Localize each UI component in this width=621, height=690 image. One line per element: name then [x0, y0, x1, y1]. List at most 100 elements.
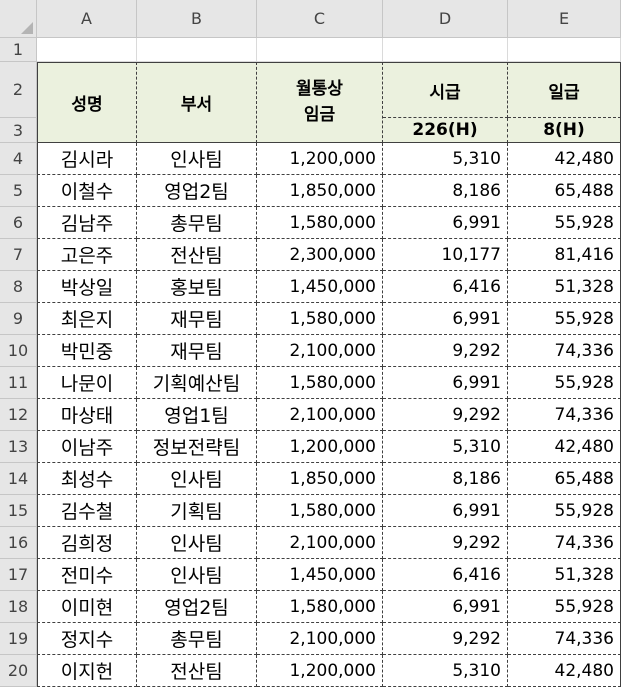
- cell-name[interactable]: 박민중: [37, 335, 137, 367]
- cell-wage[interactable]: 1,450,000: [257, 271, 383, 303]
- row-header-13[interactable]: 13: [0, 431, 37, 463]
- cell-wage[interactable]: 1,580,000: [257, 207, 383, 239]
- cell-wage[interactable]: 1,200,000: [257, 655, 383, 687]
- cell-wage[interactable]: 2,300,000: [257, 239, 383, 271]
- cell-name[interactable]: 고은주: [37, 239, 137, 271]
- header-hourly-sub[interactable]: 226(H): [383, 118, 508, 143]
- cell-hourly[interactable]: 6,416: [383, 271, 508, 303]
- cell-daily[interactable]: 74,336: [508, 527, 621, 559]
- cell-wage[interactable]: 1,580,000: [257, 367, 383, 399]
- cell-hourly[interactable]: 6,991: [383, 367, 508, 399]
- row-header-4[interactable]: 4: [0, 143, 37, 175]
- cell-daily[interactable]: 42,480: [508, 143, 621, 175]
- cell-hourly[interactable]: 8,186: [383, 463, 508, 495]
- row-header-18[interactable]: 18: [0, 591, 37, 623]
- cell-daily[interactable]: 81,416: [508, 239, 621, 271]
- cell-hourly[interactable]: 9,292: [383, 399, 508, 431]
- cell-wage[interactable]: 1,580,000: [257, 495, 383, 527]
- cell-daily[interactable]: 55,928: [508, 591, 621, 623]
- cell-dept[interactable]: 인사팀: [137, 463, 257, 495]
- row-header-9[interactable]: 9: [0, 303, 37, 335]
- cell-name[interactable]: 최은지: [37, 303, 137, 335]
- column-header-a[interactable]: A: [37, 0, 137, 38]
- cell-wage[interactable]: 1,200,000: [257, 143, 383, 175]
- cell-name[interactable]: 이미현: [37, 591, 137, 623]
- row-header-2[interactable]: 2: [0, 62, 37, 118]
- cell-daily[interactable]: 51,328: [508, 271, 621, 303]
- header-name[interactable]: 성명: [37, 62, 137, 143]
- cell-wage[interactable]: 1,580,000: [257, 591, 383, 623]
- cell-dept[interactable]: 재무팀: [137, 303, 257, 335]
- column-header-c[interactable]: C: [257, 0, 383, 38]
- cell-name[interactable]: 마상태: [37, 399, 137, 431]
- column-header-d[interactable]: D: [383, 0, 508, 38]
- row-header-10[interactable]: 10: [0, 335, 37, 367]
- row-header-7[interactable]: 7: [0, 239, 37, 271]
- cell-wage[interactable]: 1,200,000: [257, 431, 383, 463]
- row-header-14[interactable]: 14: [0, 463, 37, 495]
- cell-daily[interactable]: 55,928: [508, 495, 621, 527]
- cell-dept[interactable]: 재무팀: [137, 335, 257, 367]
- cell-name[interactable]: 나문이: [37, 367, 137, 399]
- row-header-6[interactable]: 6: [0, 207, 37, 239]
- cell-dept[interactable]: 정보전략팀: [137, 431, 257, 463]
- header-daily[interactable]: 일급: [508, 62, 621, 118]
- cell-dept[interactable]: 인사팀: [137, 559, 257, 591]
- cell-dept[interactable]: 영업2팀: [137, 175, 257, 207]
- cell-hourly[interactable]: 6,416: [383, 559, 508, 591]
- cell-name[interactable]: 김수철: [37, 495, 137, 527]
- cell-hourly[interactable]: 5,310: [383, 655, 508, 687]
- row-header-19[interactable]: 19: [0, 623, 37, 655]
- row-header-17[interactable]: 17: [0, 559, 37, 591]
- cell-hourly[interactable]: 8,186: [383, 175, 508, 207]
- cell-name[interactable]: 이지헌: [37, 655, 137, 687]
- cell-daily[interactable]: 55,928: [508, 207, 621, 239]
- cell-name[interactable]: 전미수: [37, 559, 137, 591]
- row-header-15[interactable]: 15: [0, 495, 37, 527]
- column-header-b[interactable]: B: [137, 0, 257, 38]
- cell-hourly[interactable]: 6,991: [383, 303, 508, 335]
- row-header-12[interactable]: 12: [0, 399, 37, 431]
- cell-name[interactable]: 김희정: [37, 527, 137, 559]
- cell-hourly[interactable]: 6,991: [383, 495, 508, 527]
- row-header-3[interactable]: 3: [0, 118, 37, 143]
- cell-name[interactable]: 최성수: [37, 463, 137, 495]
- cell-wage[interactable]: 1,850,000: [257, 463, 383, 495]
- column-header-e[interactable]: E: [508, 0, 621, 38]
- cell-name[interactable]: 정지수: [37, 623, 137, 655]
- cell-hourly[interactable]: 6,991: [383, 207, 508, 239]
- cell-daily[interactable]: 65,488: [508, 175, 621, 207]
- cell-dept[interactable]: 총무팀: [137, 207, 257, 239]
- cell-daily[interactable]: 42,480: [508, 655, 621, 687]
- cell-dept[interactable]: 전산팀: [137, 655, 257, 687]
- row-header-20[interactable]: 20: [0, 655, 37, 687]
- cell-hourly[interactable]: 9,292: [383, 527, 508, 559]
- cell-daily[interactable]: 74,336: [508, 335, 621, 367]
- header-monthly-wage[interactable]: 월통상 임금: [257, 62, 383, 143]
- row-header-1[interactable]: 1: [0, 38, 37, 62]
- cell-wage[interactable]: 2,100,000: [257, 399, 383, 431]
- cell-daily[interactable]: 55,928: [508, 367, 621, 399]
- header-hourly[interactable]: 시급: [383, 62, 508, 118]
- cell-wage[interactable]: 1,580,000: [257, 303, 383, 335]
- row-header-11[interactable]: 11: [0, 367, 37, 399]
- cell-dept[interactable]: 인사팀: [137, 143, 257, 175]
- cell-dept[interactable]: 홍보팀: [137, 271, 257, 303]
- cell-hourly[interactable]: 6,991: [383, 591, 508, 623]
- cell-dept[interactable]: 총무팀: [137, 623, 257, 655]
- row-header-8[interactable]: 8: [0, 271, 37, 303]
- cell-daily[interactable]: 74,336: [508, 623, 621, 655]
- cell-daily[interactable]: 74,336: [508, 399, 621, 431]
- cell-b1[interactable]: [137, 38, 257, 62]
- header-daily-sub[interactable]: 8(H): [508, 118, 621, 143]
- cell-name[interactable]: 김남주: [37, 207, 137, 239]
- cell-hourly[interactable]: 5,310: [383, 143, 508, 175]
- cell-name[interactable]: 이남주: [37, 431, 137, 463]
- row-header-5[interactable]: 5: [0, 175, 37, 207]
- cell-a1[interactable]: [37, 38, 137, 62]
- cell-c1[interactable]: [257, 38, 383, 62]
- cell-hourly[interactable]: 9,292: [383, 623, 508, 655]
- cell-dept[interactable]: 영업1팀: [137, 399, 257, 431]
- cell-daily[interactable]: 42,480: [508, 431, 621, 463]
- cell-dept[interactable]: 기획예산팀: [137, 367, 257, 399]
